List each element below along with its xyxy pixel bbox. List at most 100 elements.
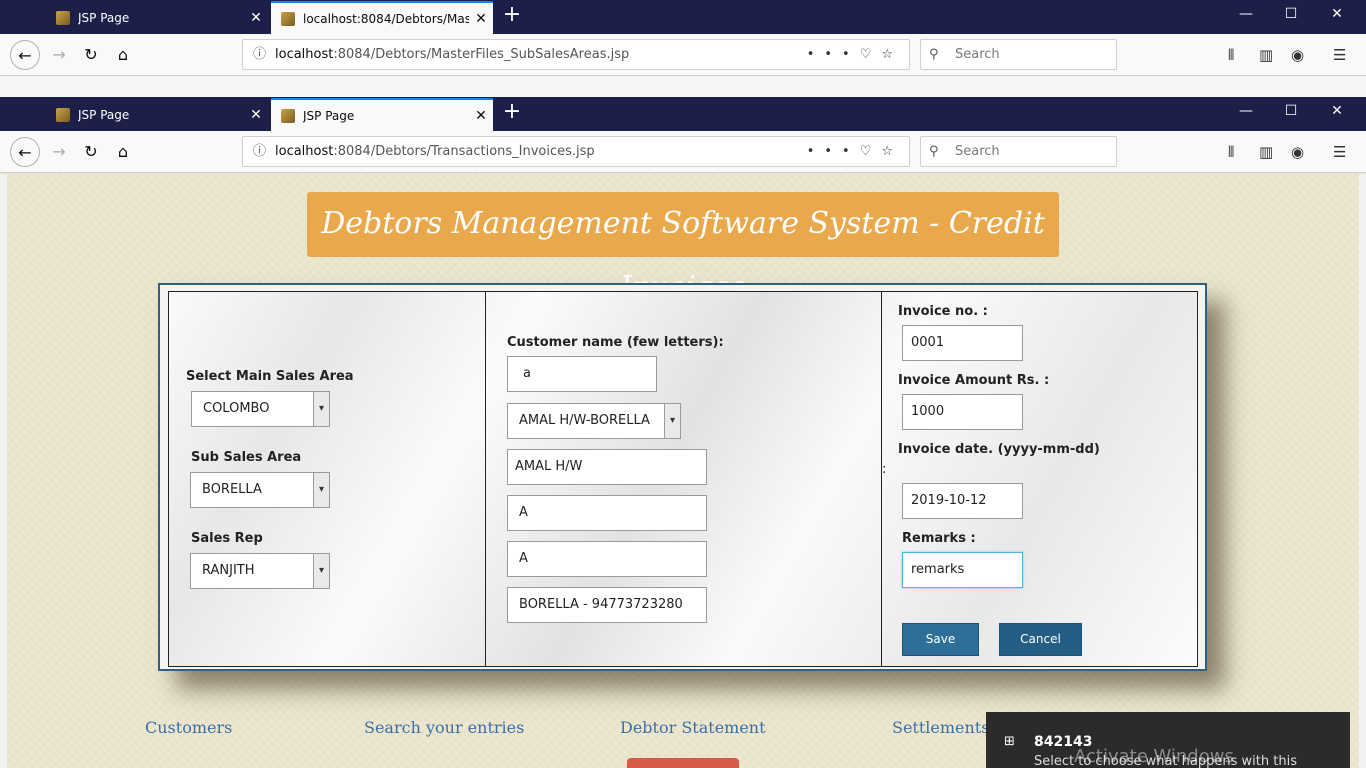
new-tab-icon[interactable]: + bbox=[500, 101, 524, 125]
search-icon: ⚲ bbox=[929, 47, 939, 62]
back-icon[interactable]: ← bbox=[10, 40, 40, 70]
url-bar[interactable]: ⓘ localhost:8084/Debtors/MasterFiles_Sub… bbox=[242, 39, 910, 70]
close-tab-icon[interactable]: ✕ bbox=[244, 107, 268, 123]
tab-title: JSP Page bbox=[78, 10, 130, 25]
nav-link-debtor-statement[interactable]: Debtor Statement bbox=[620, 718, 766, 737]
back-icon[interactable]: ← bbox=[10, 137, 40, 167]
tab-title: localhost:8084/Debtors/MasterF bbox=[303, 11, 469, 26]
invoice-form: Select Main Sales Area COLOMBO ▾ Sub Sal… bbox=[168, 291, 1198, 667]
customer-field-2[interactable]: A bbox=[507, 495, 707, 531]
chevron-down-icon[interactable]: ▾ bbox=[313, 554, 329, 588]
sales-rep-label: Sales Rep bbox=[191, 531, 263, 546]
invoice-no-label: Invoice no. : bbox=[898, 304, 988, 319]
url-host: localhost bbox=[275, 47, 334, 62]
maximize-icon[interactable]: ☐ bbox=[1271, 6, 1311, 22]
invoice-no-input[interactable]: 0001 bbox=[902, 325, 1023, 361]
menu-icon[interactable]: ☰ bbox=[1333, 137, 1346, 167]
nav-link-settlements[interactable]: Settlements bbox=[892, 718, 989, 737]
tab-jsp-page[interactable]: JSP Page ✕ bbox=[46, 98, 268, 131]
notification-toast[interactable]: ⊞ 842143 Select to choose what happens w… bbox=[986, 712, 1350, 768]
navigation-toolbar: ← → ↻ ⌂ ⓘ localhost:8084/Debtors/MasterF… bbox=[0, 34, 1366, 76]
menu-icon[interactable]: ☰ bbox=[1333, 40, 1346, 70]
close-tab-icon[interactable]: ✕ bbox=[469, 108, 493, 124]
search-placeholder: Search bbox=[955, 47, 1000, 62]
home-icon[interactable]: ⌂ bbox=[108, 40, 138, 70]
search-icon: ⚲ bbox=[929, 144, 939, 159]
tab-title: JSP Page bbox=[78, 107, 130, 122]
forward-icon[interactable]: → bbox=[44, 137, 74, 167]
forward-icon[interactable]: → bbox=[44, 40, 74, 70]
window-edge bbox=[1359, 174, 1366, 768]
chevron-down-icon[interactable]: ▾ bbox=[313, 473, 329, 507]
activate-windows-watermark: Activate Windows bbox=[1074, 746, 1234, 767]
account-icon[interactable]: ◉ bbox=[1291, 137, 1304, 167]
invoice-date-colon: : bbox=[882, 462, 887, 477]
close-tab-icon[interactable]: ✕ bbox=[244, 10, 268, 26]
reload-icon[interactable]: ↻ bbox=[76, 137, 106, 167]
info-icon[interactable]: ⓘ bbox=[253, 137, 266, 166]
sales-rep-select[interactable]: RANJITH ▾ bbox=[190, 553, 330, 589]
nav-link-customers[interactable]: Customers bbox=[145, 718, 232, 737]
customer-address-field[interactable]: BORELLA - 94773723280 bbox=[507, 587, 707, 623]
tab-jsp-page-active[interactable]: JSP Page ✕ bbox=[271, 98, 493, 131]
nav-link-search-entries[interactable]: Search your entries bbox=[364, 718, 524, 737]
account-icon[interactable]: ◉ bbox=[1291, 40, 1304, 70]
sub-sales-area-value: BORELLA bbox=[202, 482, 262, 497]
navigation-toolbar: ← → ↻ ⌂ ⓘ localhost:8084/Debtors/Transac… bbox=[0, 131, 1366, 173]
chevron-down-icon[interactable]: ▾ bbox=[664, 404, 680, 438]
invoice-amount-input[interactable]: 1000 bbox=[902, 394, 1023, 430]
customer-name-field[interactable]: AMAL H/W bbox=[507, 449, 707, 485]
home-icon[interactable]: ⌂ bbox=[108, 137, 138, 167]
favicon-icon bbox=[56, 107, 70, 122]
sales-rep-value: RANJITH bbox=[202, 563, 255, 578]
invoice-date-label: Invoice date. (yyyy-mm-dd) bbox=[898, 442, 1100, 457]
url-bar[interactable]: ⓘ localhost:8084/Debtors/Transactions_In… bbox=[242, 136, 910, 167]
minimize-icon[interactable]: — bbox=[1226, 103, 1266, 119]
main-sales-area-select[interactable]: COLOMBO ▾ bbox=[191, 391, 330, 427]
search-bar[interactable]: ⚲ Search bbox=[920, 136, 1117, 167]
close-window-icon[interactable]: ✕ bbox=[1317, 6, 1357, 22]
window-edge bbox=[0, 174, 7, 768]
minimize-icon[interactable]: — bbox=[1226, 6, 1266, 22]
customer-name-label: Customer name (few letters): bbox=[507, 335, 724, 350]
library-icon[interactable]: ⫴ bbox=[1228, 137, 1234, 167]
close-window-icon[interactable]: ✕ bbox=[1317, 103, 1357, 119]
url-path: :8084/Debtors/MasterFiles_SubSalesAreas.… bbox=[333, 47, 630, 62]
customer-select[interactable]: AMAL H/W-BORELLA ▾ bbox=[507, 403, 681, 439]
search-placeholder: Search bbox=[955, 144, 1000, 159]
column-divider bbox=[881, 292, 882, 666]
tab-jsp-page[interactable]: JSP Page ✕ bbox=[46, 1, 268, 34]
sub-sales-area-select[interactable]: BORELLA ▾ bbox=[190, 472, 330, 508]
sidebar-icon[interactable]: ▥ bbox=[1259, 137, 1273, 167]
invoice-amount-label: Invoice Amount Rs. : bbox=[898, 373, 1050, 388]
notification-icon: ⊞ bbox=[1004, 734, 1015, 749]
customer-field-3[interactable]: A bbox=[507, 541, 707, 577]
tab-title: JSP Page bbox=[303, 108, 355, 123]
remarks-label: Remarks : bbox=[902, 531, 976, 546]
invoice-date-input[interactable]: 2019-10-12 bbox=[902, 483, 1023, 519]
favicon-icon bbox=[281, 11, 295, 26]
red-action-button[interactable] bbox=[627, 758, 739, 768]
library-icon[interactable]: ⫴ bbox=[1228, 40, 1234, 70]
main-sales-area-label: Select Main Sales Area bbox=[186, 369, 354, 384]
search-bar[interactable]: ⚲ Search bbox=[920, 39, 1117, 70]
page-banner-title: Debtors Management Software System - Cre… bbox=[307, 192, 1059, 305]
chevron-down-icon[interactable]: ▾ bbox=[313, 392, 329, 426]
new-tab-icon[interactable]: + bbox=[500, 4, 524, 28]
reload-icon[interactable]: ↻ bbox=[76, 40, 106, 70]
save-button[interactable]: Save bbox=[902, 623, 979, 656]
cancel-button[interactable]: Cancel bbox=[999, 623, 1082, 656]
favicon-icon bbox=[56, 10, 70, 25]
page-actions-icon[interactable]: •••♡☆ bbox=[807, 137, 903, 166]
close-tab-icon[interactable]: ✕ bbox=[469, 11, 493, 27]
favicon-icon bbox=[281, 108, 295, 123]
remarks-input[interactable]: remarks bbox=[902, 552, 1023, 588]
info-icon[interactable]: ⓘ bbox=[253, 40, 266, 69]
page-actions-icon[interactable]: •••♡☆ bbox=[807, 40, 903, 69]
maximize-icon[interactable]: ☐ bbox=[1271, 103, 1311, 119]
tab-masterfiles[interactable]: localhost:8084/Debtors/MasterF ✕ bbox=[271, 1, 493, 34]
column-divider bbox=[485, 292, 486, 666]
url-path: :8084/Debtors/Transactions_Invoices.jsp bbox=[333, 144, 595, 159]
customer-search-input[interactable]: a bbox=[507, 356, 657, 392]
sidebar-icon[interactable]: ▥ bbox=[1259, 40, 1273, 70]
